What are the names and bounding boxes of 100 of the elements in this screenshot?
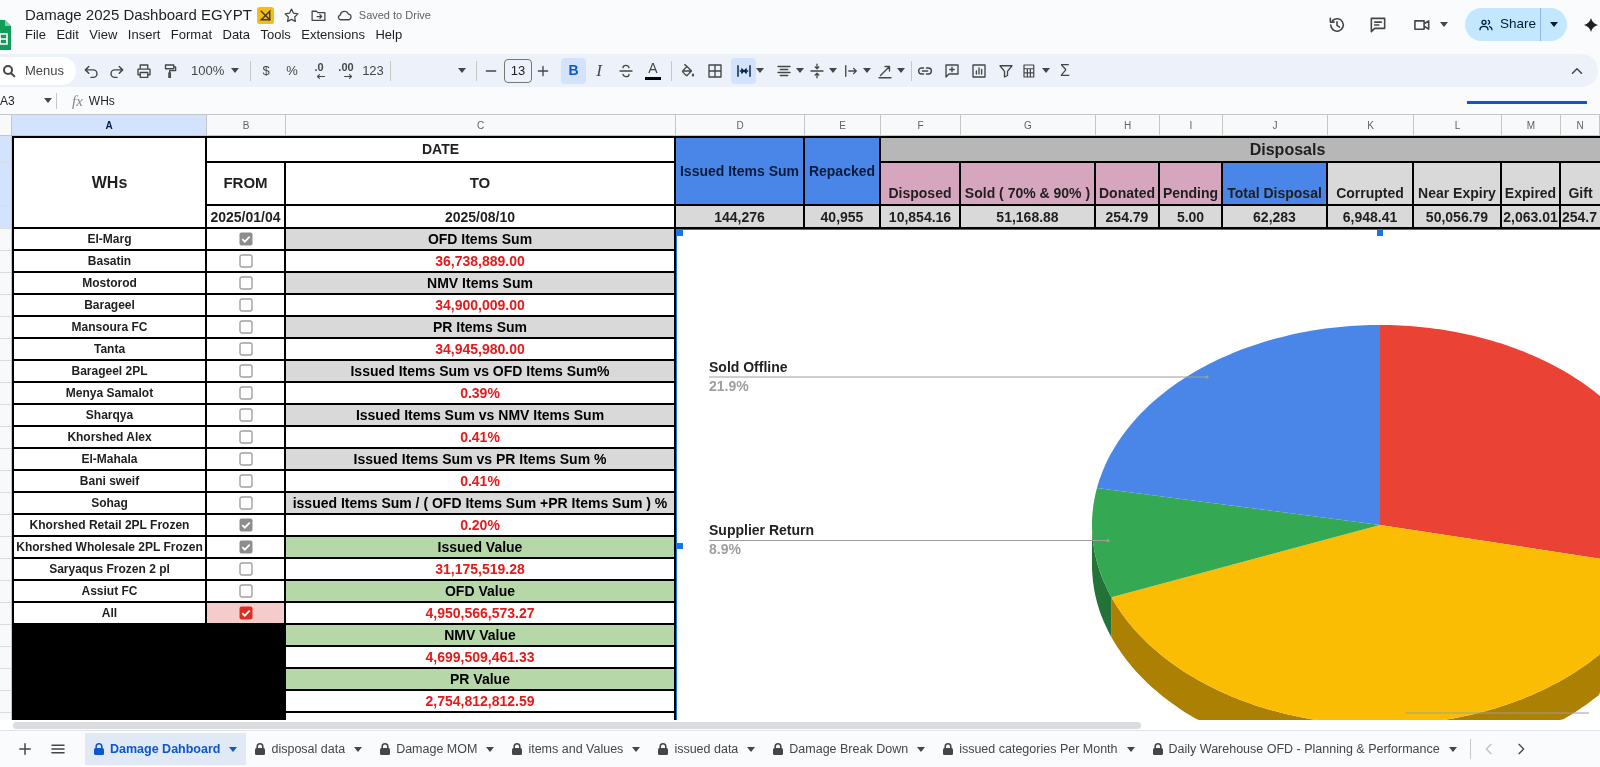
checkbox[interactable] [238,232,253,246]
zoom-dropdown[interactable]: 100% [191,60,225,81]
caret-icon[interactable] [1042,68,1050,73]
caret-icon[interactable] [917,746,926,752]
warehouse-cell[interactable]: Tanta [12,339,207,361]
warehouse-cell[interactable]: Sharqya [12,405,207,427]
caret-icon[interactable] [229,746,238,752]
checkbox[interactable] [238,606,253,620]
column-header[interactable]: E [805,115,881,136]
star-icon[interactable] [282,6,300,24]
column-header[interactable]: D [676,115,805,136]
functions-button[interactable]: Σ [1053,57,1077,84]
column-header[interactable]: C [286,115,676,136]
sheet-tab[interactable]: Daily Warehouse OFD - Planning & Performance [1143,733,1466,765]
checkbox[interactable] [238,320,253,334]
menu-item[interactable]: View [89,26,118,44]
checkbox[interactable] [238,386,253,400]
font-size-field[interactable]: 13 [504,58,532,83]
column-header[interactable]: I [1160,115,1223,136]
checkbox[interactable] [238,562,253,576]
number-format-button[interactable]: $ [253,57,279,84]
caret-icon[interactable] [829,68,837,73]
document-title[interactable]: Damage 2025 Dashboard EGYPT [25,5,252,25]
checkbox[interactable] [238,540,253,554]
borders-icon[interactable] [706,61,724,80]
sheet-tab[interactable]: Damage MOM [371,733,504,765]
italic-button[interactable]: I [586,57,612,84]
menu-item[interactable]: Format [170,26,212,44]
spreadsheet-logo-icon[interactable] [0,20,11,50]
warehouse-cell[interactable]: Mostorod [12,273,207,295]
caret-icon[interactable] [747,746,756,752]
sheet-tab[interactable]: issued data [649,733,765,765]
checkbox[interactable] [238,584,253,598]
warehouse-cell[interactable]: Khorshed Wholesale 2PL Frozen [12,537,207,559]
warehouse-cell[interactable]: Mansoura FC [12,317,207,339]
menu-item[interactable]: Tools [260,26,291,44]
caret-icon[interactable] [897,68,905,73]
sheet-tab[interactable]: items and Values [503,733,650,765]
checkbox[interactable] [238,452,253,466]
resize-handle[interactable] [1377,230,1383,236]
add-comment-icon[interactable] [943,61,961,80]
caret-icon[interactable] [1448,746,1457,752]
column-header[interactable]: J [1223,115,1328,136]
warehouse-cell[interactable]: Menya Samalot [12,383,207,405]
chart-icon[interactable] [970,61,988,80]
checkbox[interactable] [238,298,253,312]
checkbox[interactable] [238,496,253,510]
warehouse-cell[interactable]: Bani sweif [12,471,207,493]
pie-slice[interactable] [1097,325,1380,525]
pie-slice[interactable] [1092,487,1380,598]
sheet-tab[interactable]: Damage Dahboard [85,733,247,765]
checkbox[interactable] [238,342,253,356]
number-format-button[interactable]: % [279,57,305,84]
formula-field[interactable]: WHs [88,90,1467,111]
checkbox[interactable] [238,364,253,378]
share-button[interactable]: Share [1465,8,1540,41]
checkbox[interactable] [238,276,253,290]
warehouse-cell[interactable]: Khorshed Retail 2PL Frozen [12,515,207,537]
checkbox[interactable] [238,408,253,422]
column-header[interactable]: L [1414,115,1502,136]
caret-icon[interactable] [486,746,495,752]
checkbox[interactable] [238,474,253,488]
decimal-places-button[interactable]: .00 [333,57,359,84]
vertical-align-icon[interactable] [808,61,826,80]
checkbox[interactable] [238,430,253,444]
warehouse-cell[interactable]: Assiut FC [12,581,207,603]
column-header[interactable]: N [1561,115,1600,136]
column-header[interactable]: F [881,115,961,136]
resize-handle[interactable] [677,230,683,236]
warehouse-cell[interactable]: Sohag [12,493,207,515]
sparkle-icon[interactable] [1583,16,1599,33]
share-options-button[interactable] [1540,8,1567,41]
menu-search-field[interactable]: Menus [20,56,76,85]
warehouse-cell[interactable]: All [12,603,207,625]
warehouse-cell[interactable]: El-Marg [12,229,207,251]
scrollbar-thumb[interactable] [13,721,1141,729]
bold-button[interactable]: B [561,57,586,84]
label-badge-icon[interactable] [256,6,274,24]
column-header[interactable]: H [1096,115,1160,136]
warehouse-cell[interactable]: Barageel 2PL [12,361,207,383]
warehouse-cell[interactable]: Basatin [12,251,207,273]
column-header[interactable]: G [961,115,1096,136]
checkbox[interactable] [238,254,253,268]
caret-icon[interactable] [796,68,804,73]
caret-icon[interactable] [354,746,363,752]
caret-icon[interactable] [44,98,52,103]
warehouse-cell[interactable]: Barageel [12,295,207,317]
caret-icon[interactable] [231,68,240,73]
checkbox[interactable] [238,518,253,532]
pie-slice[interactable] [1111,525,1600,720]
caret-icon[interactable] [863,68,871,73]
sheet-tab[interactable]: issued categories Per Month [934,733,1144,765]
menu-item[interactable]: Extensions [301,26,365,44]
column-header[interactable]: M [1502,115,1561,136]
merge-cells-button[interactable] [731,57,756,84]
sheet-tab[interactable]: Damage Break Down [764,733,935,765]
menu-item[interactable]: Insert [127,26,161,44]
warehouse-cell[interactable]: Khorshed Alex [12,427,207,449]
name-box-field[interactable]: A3 [0,90,40,111]
sheet-tab[interactable]: disposal data [246,733,372,765]
